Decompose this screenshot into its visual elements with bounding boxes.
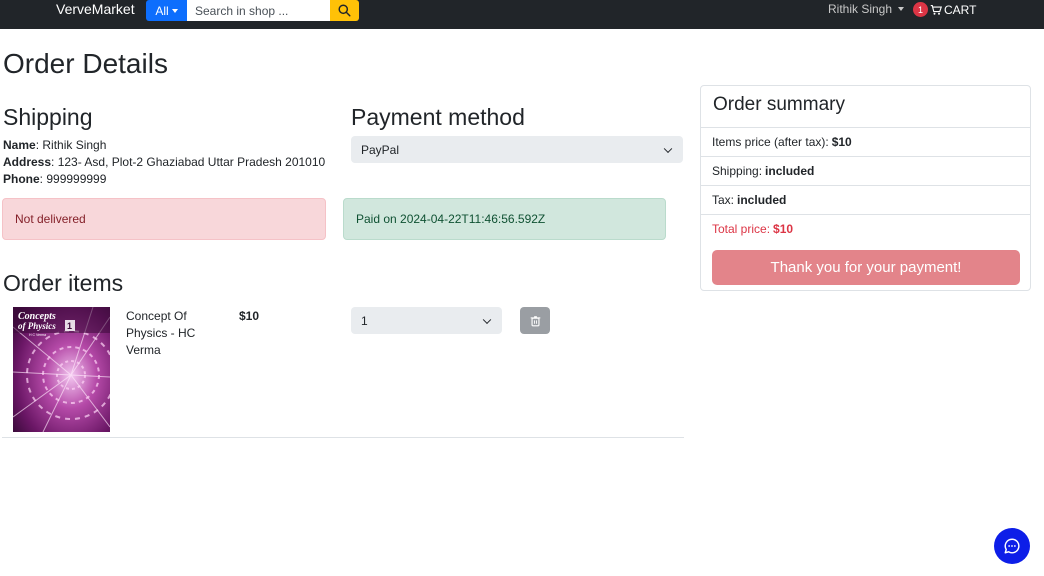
name-label: Name [3,138,36,152]
book-cover-image: Concepts of Physics 1 H C Verma [13,307,110,432]
shipping-address-row: Address: 123- Asd, Plot-2 Ghaziabad Utta… [3,154,325,171]
summary-items-row: Items price (after tax): $10 [701,127,1030,156]
order-summary-card: Order summary Items price (after tax): $1… [700,85,1031,291]
caret-down-icon [898,7,905,11]
payment-status-alert: Paid on 2024-04-22T11:46:56.592Z [343,198,666,240]
user-menu-dropdown[interactable]: Rithik Singh [828,2,905,16]
items-price-label: Items price (after tax): [712,135,829,149]
quantity-select[interactable]: 1 [351,307,502,334]
product-image[interactable]: Concepts of Physics 1 H C Verma [13,307,110,432]
shipping-price-label: Shipping: [712,164,763,178]
search-button[interactable] [330,0,359,21]
payment-complete-button: Thank you for your payment! [712,250,1020,285]
caret-down-icon [171,8,178,13]
summary-total-row: Total price: $10 [701,214,1030,243]
trash-icon [530,315,540,326]
shipping-details: Name: Rithik Singh Address: 123- Asd, Pl… [3,137,325,188]
tax-label: Tax: [712,193,735,207]
item-divider [2,437,684,438]
summary-tax-row: Tax: included [701,185,1030,214]
payment-method-heading: Payment method [351,104,525,130]
chevron-down-icon [663,144,673,153]
cover-title-line-2: of Physics [18,321,56,331]
cart-label: CART [944,2,977,17]
shipping-name-row: Name: Rithik Singh [3,137,325,154]
navbar: VerveMarket All Rithik Singh 1 CART [0,0,1044,29]
shipping-phone-row: Phone: 999999999 [3,171,325,188]
chevron-down-icon [482,315,492,324]
search-input[interactable] [187,0,330,21]
address-label: Address [3,155,52,169]
product-name-link[interactable]: Concept Of Physics - HC Verma [126,308,216,359]
cart-link[interactable]: 1 CART [913,2,976,17]
order-summary-title: Order summary [713,94,845,115]
cart-icon [930,4,942,15]
delivery-status-alert: Not delivered [2,198,326,240]
product-price: $10 [239,309,260,323]
total-price-value: $10 [773,222,794,236]
order-items-heading: Order items [3,270,124,296]
phone-value: : 999999999 [39,172,107,186]
shipping-heading: Shipping [3,104,93,130]
search-icon [338,4,351,17]
user-name: Rithik Singh [828,2,893,16]
cover-volume: 1 [67,321,72,331]
chat-button[interactable] [994,528,1030,564]
cart-count-badge: 1 [913,2,928,17]
total-price-label: Total price: [712,222,771,236]
shipping-price-value: included [765,164,815,178]
page-title: Order Details [3,48,168,79]
address-value: : 123- Asd, Plot-2 Ghaziabad Uttar Prade… [51,155,326,169]
category-label: All [155,3,169,18]
quantity-value: 1 [361,313,368,328]
tax-value: included [737,193,787,207]
delete-item-button[interactable] [520,307,550,334]
brand-logo[interactable]: VerveMarket [56,1,135,18]
items-price-value: $10 [831,135,852,149]
summary-shipping-row: Shipping: included [701,156,1030,185]
chat-icon [1004,538,1020,554]
name-value: : Rithik Singh [35,138,107,152]
cover-author: H C Verma [29,333,46,337]
category-dropdown[interactable]: All [146,0,187,21]
payment-method-select[interactable]: PayPal [351,136,683,163]
phone-label: Phone [3,172,40,186]
payment-method-value: PayPal [361,142,400,157]
